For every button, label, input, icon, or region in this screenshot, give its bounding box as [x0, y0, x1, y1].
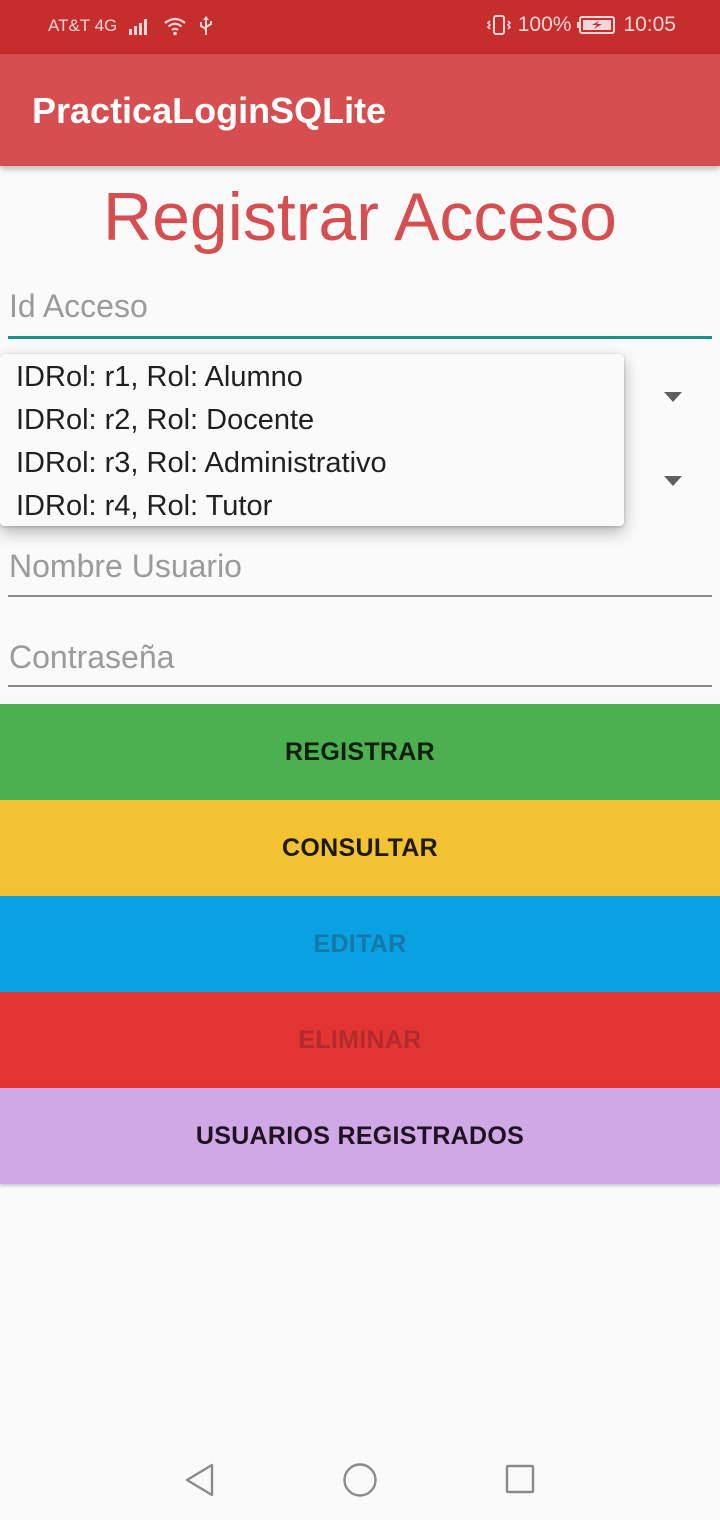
usuarios-registrados-button[interactable]: USUARIOS REGISTRADOS: [0, 1088, 720, 1184]
eliminar-button[interactable]: ELIMINAR: [0, 992, 720, 1088]
home-icon[interactable]: [342, 1462, 378, 1503]
wifi-icon: [163, 16, 187, 36]
vibrate-icon: [486, 14, 512, 36]
contrasena-field[interactable]: Contraseña: [8, 639, 712, 689]
navigation-bar: [0, 1440, 720, 1520]
id-acceso-underline: [8, 336, 712, 339]
nombre-usuario-placeholder: Nombre Usuario: [9, 548, 242, 584]
page-title: Registrar Acceso: [103, 179, 617, 255]
contrasena-placeholder: Contraseña: [9, 639, 175, 675]
status-bar: AT&T 4G 100% 10:05: [0, 0, 720, 54]
back-icon[interactable]: [184, 1462, 216, 1503]
consultar-button[interactable]: CONSULTAR: [0, 800, 720, 896]
dropdown-item[interactable]: IDRol: r3, Rol: Administrativo: [0, 446, 624, 489]
signal-icon: [129, 17, 151, 35]
battery-icon: [577, 15, 617, 35]
app-bar: PracticaLoginSQLite: [0, 54, 720, 166]
id-acceso-placeholder: Id Acceso: [9, 288, 148, 324]
dropdown-item[interactable]: IDRol: r1, Rol: Alumno: [0, 360, 624, 403]
contrasena-underline: [8, 685, 712, 687]
dropdown-item[interactable]: IDRol: r4, Rol: Tutor: [0, 489, 624, 532]
dropdown-item[interactable]: IDRol: r2, Rol: Docente: [0, 403, 624, 446]
nombre-usuario-underline: [8, 595, 712, 597]
editar-button[interactable]: EDITAR: [0, 896, 720, 992]
recents-icon[interactable]: [504, 1462, 536, 1501]
rol-spinner-dropdown-icon[interactable]: [664, 392, 682, 402]
battery-percent: 100%: [517, 13, 572, 36]
usb-icon: [199, 16, 213, 36]
id-acceso-field[interactable]: Id Acceso: [8, 288, 712, 340]
nombre-usuario-field[interactable]: Nombre Usuario: [8, 548, 712, 598]
second-spinner-dropdown-icon[interactable]: [664, 476, 682, 486]
clock: 10:05: [623, 13, 676, 36]
registrar-button[interactable]: REGISTRAR: [0, 704, 720, 800]
carrier-label: AT&T 4G: [48, 16, 118, 35]
app-title: PracticaLoginSQLite: [32, 90, 387, 131]
rol-dropdown-list: IDRol: r1, Rol: Alumno IDRol: r2, Rol: D…: [0, 354, 624, 526]
